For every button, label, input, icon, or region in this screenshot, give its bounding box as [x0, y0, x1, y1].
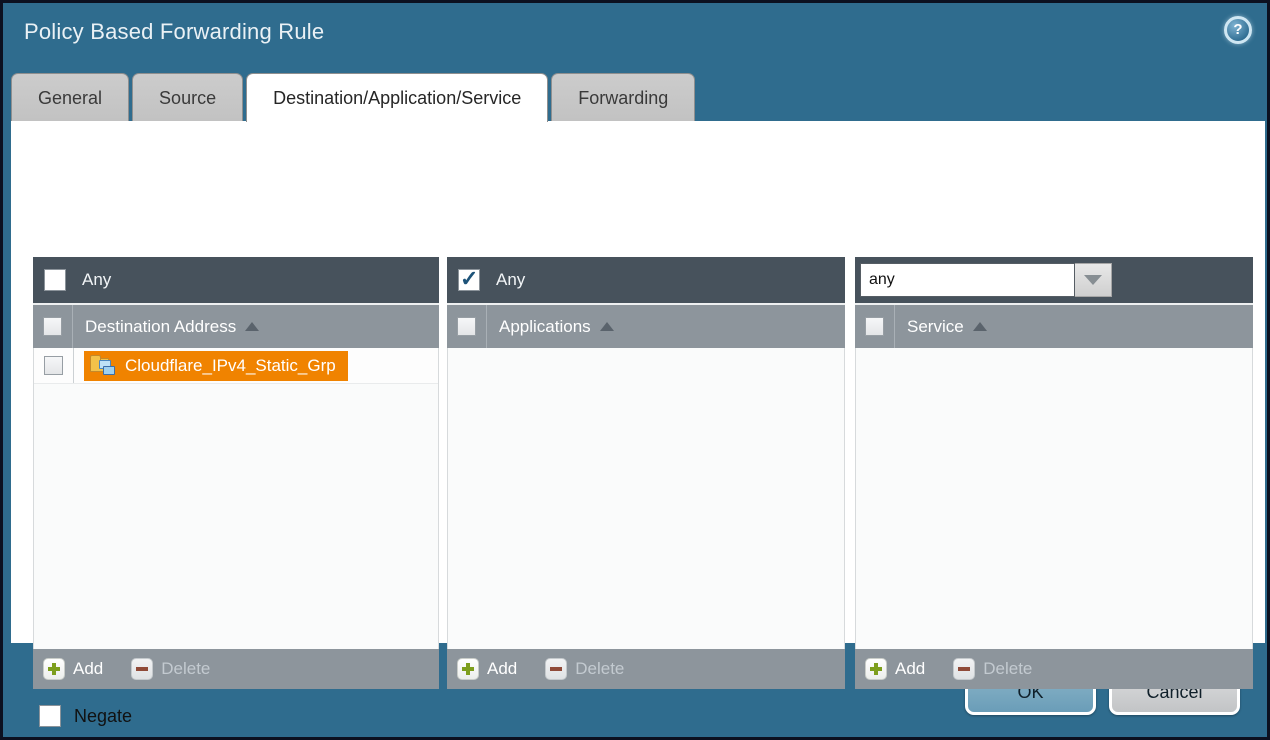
applications-any-checkbox[interactable] [458, 269, 480, 291]
delete-label: Delete [161, 659, 210, 679]
tab-destination-application-service[interactable]: Destination/Application/Service [246, 73, 548, 122]
service-type-dropdown[interactable]: any [860, 263, 1112, 297]
service-any-bar: any [855, 257, 1253, 303]
service-header-label: Service [907, 317, 964, 337]
applications-column: Any Applications Add Delete [447, 257, 845, 689]
applications-footer: Add Delete [447, 649, 845, 689]
destination-list: Cloudflare_IPv4_Static_Grp [33, 348, 439, 649]
destination-delete-button[interactable]: Delete [131, 658, 210, 680]
applications-add-button[interactable]: Add [457, 658, 517, 680]
service-delete-button[interactable]: Delete [953, 658, 1032, 680]
destination-any-bar: Any [33, 257, 439, 303]
negate-row: Negate [39, 705, 132, 727]
applications-header-label: Applications [499, 317, 591, 337]
destination-object-label: Cloudflare_IPv4_Static_Grp [125, 356, 336, 376]
service-header-gutter [855, 305, 895, 348]
help-icon[interactable]: ? [1224, 16, 1252, 44]
applications-any-label: Any [496, 270, 525, 290]
sort-asc-icon [245, 322, 259, 331]
destination-address-header[interactable]: Destination Address [33, 303, 439, 348]
dialog-title: Policy Based Forwarding Rule [24, 19, 324, 45]
applications-select-all-checkbox[interactable] [457, 317, 476, 336]
service-list [855, 348, 1253, 649]
service-column: any Service Add [855, 257, 1253, 689]
pbf-rule-dialog: Policy Based Forwarding Rule ? General S… [0, 0, 1270, 740]
dropdown-button[interactable] [1075, 263, 1112, 297]
destination-any-checkbox[interactable] [44, 269, 66, 291]
destination-footer: Add Delete [33, 649, 439, 689]
add-label: Add [895, 659, 925, 679]
tab-forwarding[interactable]: Forwarding [551, 73, 695, 121]
destination-select-all-checkbox[interactable] [43, 317, 62, 336]
destination-row-gutter [34, 348, 74, 383]
delete-minus-icon [545, 658, 567, 680]
delete-label: Delete [983, 659, 1032, 679]
destination-address-object[interactable]: Cloudflare_IPv4_Static_Grp [84, 351, 348, 381]
destination-add-button[interactable]: Add [43, 658, 103, 680]
service-header[interactable]: Service [855, 303, 1253, 348]
chevron-down-icon [1084, 275, 1102, 285]
destination-row: Cloudflare_IPv4_Static_Grp [34, 348, 438, 384]
delete-minus-icon [953, 658, 975, 680]
service-type-value[interactable]: any [860, 263, 1075, 297]
destination-header-gutter [33, 305, 73, 348]
add-plus-icon [865, 658, 887, 680]
add-plus-icon [457, 658, 479, 680]
tab-content-panel: Any Destination Address [11, 121, 1265, 643]
sort-asc-icon [973, 322, 987, 331]
applications-list [447, 348, 845, 649]
tab-bar: General Source Destination/Application/S… [11, 73, 695, 121]
add-plus-icon [43, 658, 65, 680]
service-footer: Add Delete [855, 649, 1253, 689]
service-add-button[interactable]: Add [865, 658, 925, 680]
applications-delete-button[interactable]: Delete [545, 658, 624, 680]
destination-row-checkbox[interactable] [44, 356, 63, 375]
delete-minus-icon [131, 658, 153, 680]
add-label: Add [487, 659, 517, 679]
destination-any-label: Any [82, 270, 111, 290]
tab-general[interactable]: General [11, 73, 129, 121]
negate-checkbox[interactable] [39, 705, 61, 727]
negate-label: Negate [74, 706, 132, 727]
applications-any-bar: Any [447, 257, 845, 303]
applications-header-gutter [447, 305, 487, 348]
service-select-all-checkbox[interactable] [865, 317, 884, 336]
sort-asc-icon [600, 322, 614, 331]
add-label: Add [73, 659, 103, 679]
applications-header[interactable]: Applications [447, 303, 845, 348]
destination-address-column: Any Destination Address [33, 257, 439, 689]
destination-header-label: Destination Address [85, 317, 236, 337]
tab-source[interactable]: Source [132, 73, 243, 121]
address-group-icon [90, 356, 116, 376]
delete-label: Delete [575, 659, 624, 679]
